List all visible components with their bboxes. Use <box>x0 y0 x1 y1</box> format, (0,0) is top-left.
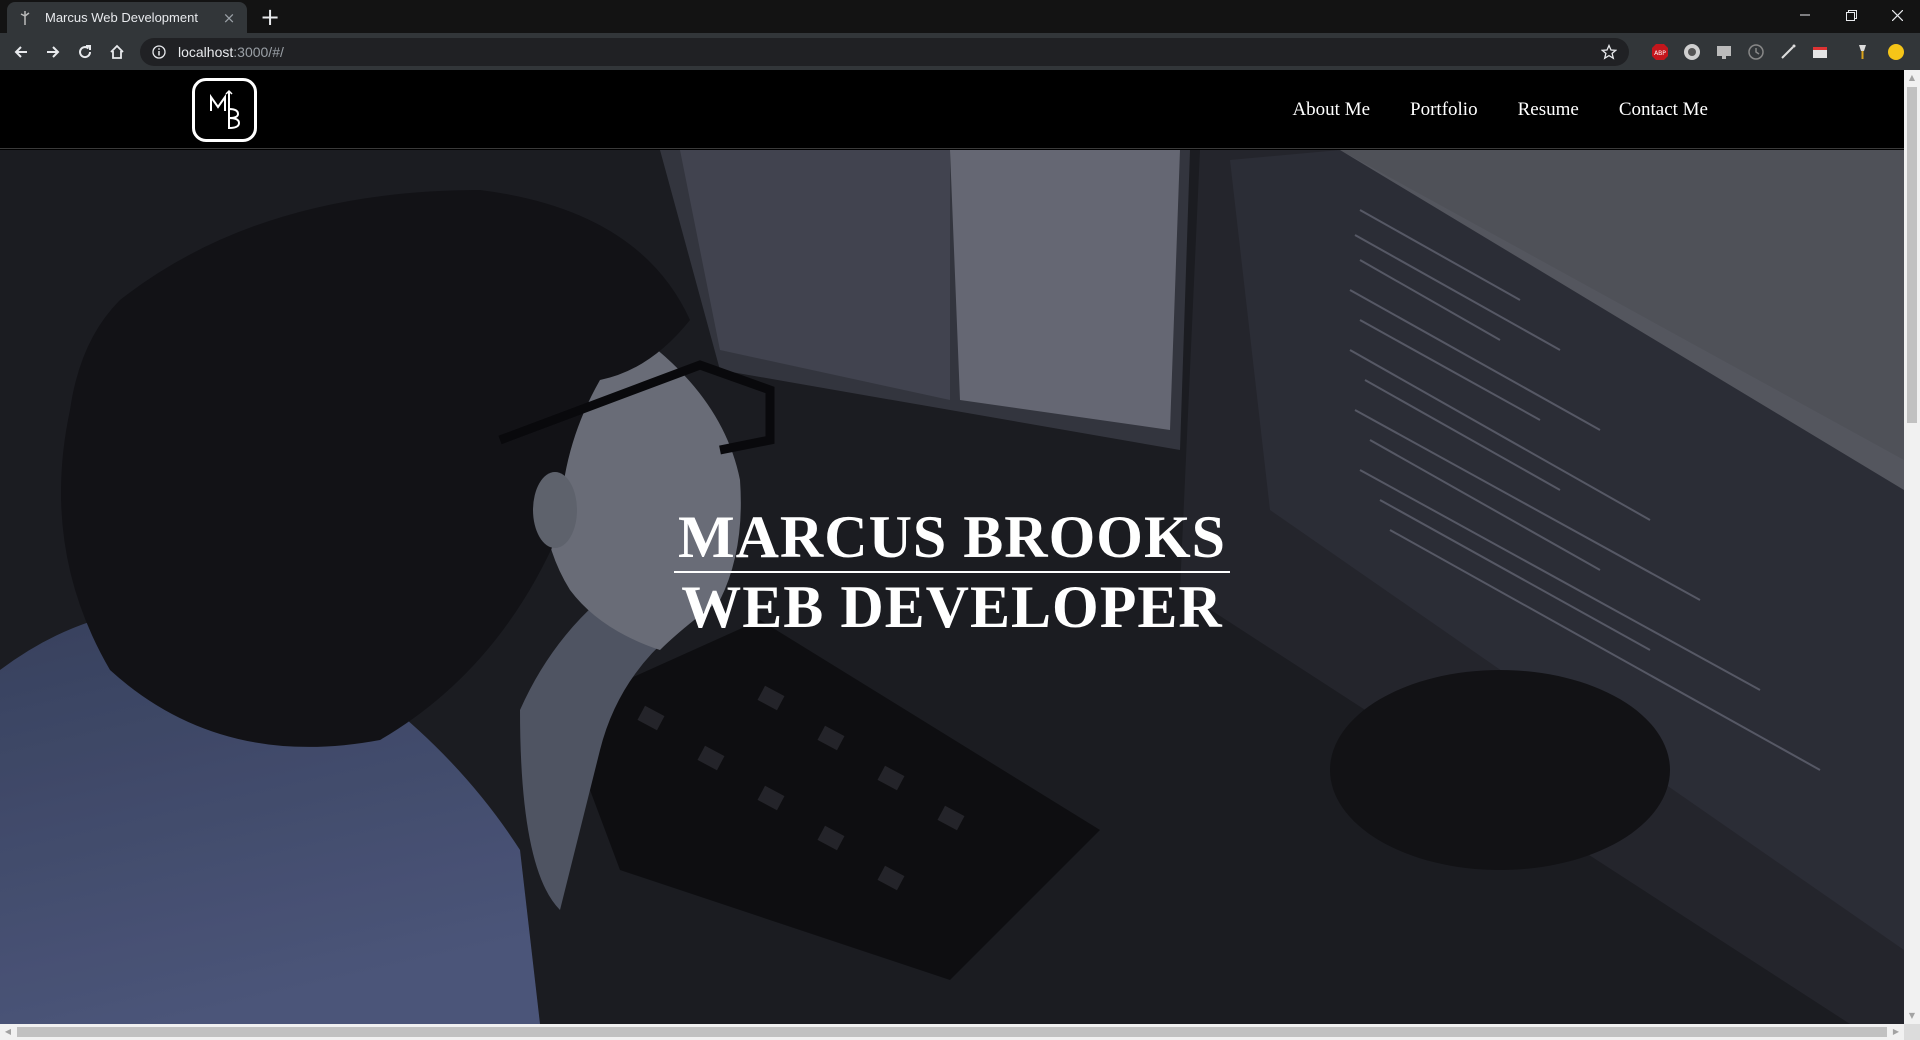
horizontal-scroll-thumb[interactable] <box>17 1027 1887 1037</box>
site-logo[interactable] <box>192 78 257 142</box>
hero-role: WEB DEVELOPER <box>681 574 1223 640</box>
info-icon[interactable] <box>152 45 166 59</box>
arrow-right-icon <box>47 46 60 58</box>
new-tab-button[interactable]: + <box>257 5 283 31</box>
close-window-icon[interactable] <box>1874 0 1920 30</box>
scroll-up-icon[interactable]: ▲ <box>1904 70 1920 86</box>
url-text[interactable]: localhost:3000/#/ <box>178 44 284 60</box>
forward-button[interactable] <box>40 39 66 65</box>
browser-titlebar: Marcus Web Development × + <box>0 0 1920 33</box>
mb-monogram-icon <box>209 89 240 129</box>
svg-text:ABP: ABP <box>1654 50 1666 57</box>
extension-pen-icon[interactable] <box>1778 42 1798 62</box>
arrow-left-icon <box>14 46 27 58</box>
site-favicon-icon <box>17 10 33 26</box>
url-path: :3000/#/ <box>233 44 284 60</box>
extension-monitor-icon[interactable] <box>1714 42 1734 62</box>
nav-resume[interactable]: Resume <box>1518 99 1579 121</box>
browser-tab[interactable]: Marcus Web Development × <box>7 2 247 33</box>
scroll-left-icon[interactable]: ◀ <box>0 1024 16 1040</box>
browser-toolbar: localhost:3000/#/ ABP <box>0 33 1920 70</box>
extension-mail-icon[interactable] <box>1810 42 1830 62</box>
reload-button[interactable] <box>72 39 98 65</box>
profile-avatar-icon[interactable] <box>1886 42 1906 62</box>
nav-portfolio[interactable]: Portfolio <box>1410 99 1478 121</box>
extension-clock-icon[interactable] <box>1746 42 1766 62</box>
back-button[interactable] <box>8 39 34 65</box>
web-page: About Me Portfolio Resume Contact Me MAR… <box>0 70 1904 1024</box>
extension-circle-icon[interactable] <box>1682 42 1702 62</box>
vertical-scrollbar[interactable]: ▲ ▼ <box>1904 70 1920 1024</box>
home-button[interactable] <box>104 39 130 65</box>
hero-name: MARCUS BROOKS <box>677 504 1227 570</box>
hero-section: MARCUS BROOKS WEB DEVELOPER <box>0 150 1904 1024</box>
reload-icon <box>79 45 92 59</box>
scroll-right-icon[interactable]: ▶ <box>1888 1024 1904 1040</box>
scrollbar-corner <box>1904 1024 1920 1040</box>
address-bar[interactable]: localhost:3000/#/ <box>140 38 1629 66</box>
hero-divider <box>674 571 1230 573</box>
site-nav: About Me Portfolio Resume Contact Me <box>1292 70 1708 149</box>
scroll-down-icon[interactable]: ▼ <box>1904 1008 1920 1024</box>
home-icon <box>110 44 124 59</box>
nav-contact-me[interactable]: Contact Me <box>1619 99 1708 121</box>
minimize-icon[interactable] <box>1782 0 1828 30</box>
hero-title: MARCUS BROOKS WEB DEVELOPER <box>0 150 1904 1024</box>
tab-title: Marcus Web Development <box>45 10 198 25</box>
adblock-extension-icon[interactable]: ABP <box>1650 42 1670 62</box>
extension-brush-icon[interactable] <box>1852 42 1872 62</box>
horizontal-scrollbar[interactable]: ◀ ▶ <box>0 1024 1904 1040</box>
site-header: About Me Portfolio Resume Contact Me <box>0 70 1904 149</box>
star-icon[interactable] <box>1601 44 1617 60</box>
url-host: localhost <box>178 44 234 60</box>
tab-close-icon[interactable]: × <box>221 10 237 26</box>
vertical-scroll-thumb[interactable] <box>1907 87 1917 423</box>
restore-icon[interactable] <box>1828 0 1874 30</box>
nav-about-me[interactable]: About Me <box>1292 99 1370 121</box>
